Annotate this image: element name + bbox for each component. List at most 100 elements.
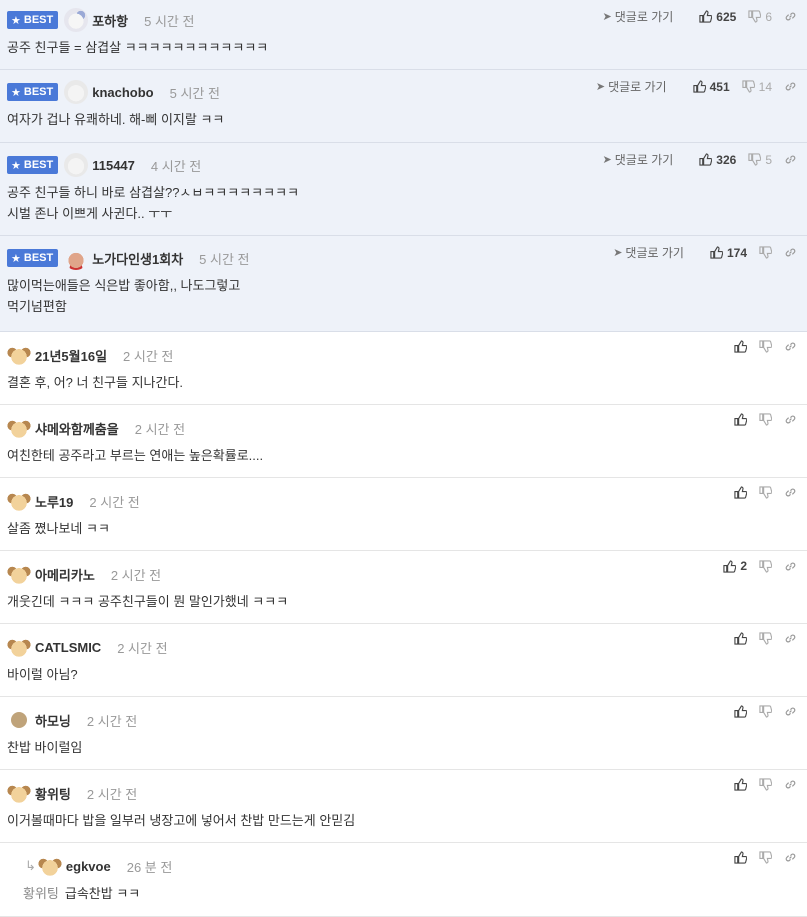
thumbs-down-icon xyxy=(759,851,772,864)
like-button[interactable]: 174 xyxy=(710,246,747,260)
share-link-button[interactable] xyxy=(784,705,797,718)
best-badge: ★ BEST xyxy=(7,156,59,174)
comment-author[interactable]: 115447 xyxy=(92,158,135,173)
comment-text: 많이먹는애들은 식은밥 좋아함,, 나도그렇고 먹기넘편함 xyxy=(7,275,807,317)
puppy-icon[interactable] xyxy=(7,343,31,367)
comment: 하모닝 2 시간 전 찬밥 바이럴임 xyxy=(0,697,807,770)
navigate-arrow-icon: ➤ xyxy=(595,81,606,93)
circle-avatar-icon[interactable] xyxy=(11,712,27,728)
like-button[interactable] xyxy=(734,486,747,499)
comment-author[interactable]: CATLSMIC xyxy=(35,640,101,655)
comment: 노루19 2 시간 전 살좀 쪘나보네 ㅋㅋ xyxy=(0,478,807,551)
share-link-button[interactable] xyxy=(784,340,797,353)
like-button[interactable] xyxy=(734,778,747,791)
comment-author[interactable]: knachobo xyxy=(92,85,153,100)
puppy-icon[interactable] xyxy=(7,635,31,659)
goto-comment-link[interactable]: ➤ 댓글로 가기 xyxy=(596,78,667,95)
comment-author[interactable]: 아메리카노 xyxy=(35,565,95,584)
puppy-icon[interactable] xyxy=(37,854,62,878)
comment-author[interactable]: 샤메와함께춤을 xyxy=(35,419,119,438)
comment-author[interactable]: 포하항 xyxy=(92,11,128,30)
thumbs-up-icon xyxy=(734,340,747,353)
goto-comment-link[interactable]: ➤ 댓글로 가기 xyxy=(613,244,684,261)
thumbs-up-icon xyxy=(734,705,747,718)
goto-comment-link[interactable]: ➤ 댓글로 가기 xyxy=(603,8,674,25)
dislike-button[interactable] xyxy=(759,246,772,259)
dislike-button[interactable] xyxy=(759,778,772,791)
pig-icon[interactable] xyxy=(64,246,89,270)
best-badge: ★ BEST xyxy=(7,249,59,267)
share-link-button[interactable] xyxy=(784,486,797,499)
dislike-button[interactable] xyxy=(759,486,772,499)
like-button[interactable] xyxy=(734,632,747,645)
thumbs-up-icon xyxy=(723,559,737,573)
link-icon xyxy=(785,634,796,643)
like-button[interactable] xyxy=(734,340,747,353)
dislike-button[interactable]: 14 xyxy=(742,80,772,94)
comment-text: 찬밥 바이럴임 xyxy=(7,740,83,755)
like-button[interactable]: 625 xyxy=(699,10,736,24)
like-button[interactable] xyxy=(734,413,747,426)
comment-time: 5 시간 전 xyxy=(144,13,195,29)
thumbs-up-icon xyxy=(734,632,747,645)
share-link-button[interactable] xyxy=(784,413,797,426)
thumbs-down-icon xyxy=(759,778,772,791)
white-dog-icon[interactable] xyxy=(64,153,89,177)
goto-comment-link[interactable]: ➤ 댓글로 가기 xyxy=(603,151,674,168)
share-link-button[interactable] xyxy=(784,10,797,23)
comment-time: 2 시간 전 xyxy=(134,421,186,437)
dislike-button[interactable] xyxy=(759,851,772,864)
share-link-button[interactable] xyxy=(784,246,797,259)
puppy-icon[interactable] xyxy=(7,781,31,805)
like-button[interactable] xyxy=(734,851,747,864)
share-link-button[interactable] xyxy=(784,778,797,791)
comment-author[interactable]: 하모닝 xyxy=(35,711,71,730)
puppy-icon[interactable] xyxy=(7,489,31,513)
link-icon xyxy=(785,562,796,570)
comment-author[interactable]: 노가다인생1회차 xyxy=(92,249,183,268)
bear-icon[interactable] xyxy=(64,8,89,32)
thumbs-down-icon xyxy=(742,80,755,93)
like-button[interactable]: 326 xyxy=(699,153,736,167)
share-link-button[interactable] xyxy=(784,851,797,864)
comment-text: 여자가 겁나 유쾌하네. 해-삐 이지랄 ㅋㅋ xyxy=(7,112,225,127)
share-link-button[interactable] xyxy=(784,80,797,93)
share-link-button[interactable] xyxy=(784,560,797,573)
puppy-icon[interactable] xyxy=(7,562,31,586)
thumbs-down-icon xyxy=(759,559,772,573)
comment-time: 2 시간 전 xyxy=(89,494,140,510)
comment-time: 26 분 전 xyxy=(126,859,173,875)
puppy-icon[interactable] xyxy=(7,416,31,440)
comment-time: 2 시간 전 xyxy=(110,567,162,583)
comment-time: 4 시간 전 xyxy=(150,158,202,174)
comment-author[interactable]: 21년5월16일 xyxy=(35,346,107,365)
dislike-button[interactable] xyxy=(759,632,772,645)
best-comment: ★ BEST knachobo 5 시간 전 여자가 겁나 유쾌하네. 해-삐 이… xyxy=(0,70,807,143)
reply-mention[interactable]: 황위팅 xyxy=(23,886,59,901)
link-icon xyxy=(785,415,796,424)
best-badge: ★ BEST xyxy=(7,11,59,29)
dislike-button[interactable]: 6 xyxy=(748,10,772,24)
dislike-button[interactable] xyxy=(759,559,772,573)
thumbs-down-icon xyxy=(759,340,772,353)
white-dog-icon[interactable] xyxy=(64,80,89,104)
comment-author[interactable]: 황위팅 xyxy=(35,784,71,803)
thumbs-up-icon xyxy=(710,246,723,259)
comment-author[interactable]: egkvoe xyxy=(66,859,111,874)
link-icon xyxy=(785,488,796,497)
share-link-button[interactable] xyxy=(784,153,797,166)
dislike-button[interactable]: 5 xyxy=(748,153,772,167)
comment-text: 여친한테 공주라고 부르는 연애는 높은확률로.... xyxy=(7,448,264,463)
share-link-button[interactable] xyxy=(784,632,797,645)
comment-line: 시벌 존나 이쁘게 사귄다.. ㅜㅜ xyxy=(7,206,173,221)
comment-line: 먹기넘편함 xyxy=(7,299,67,314)
comment-time: 5 시간 전 xyxy=(199,251,250,267)
thumbs-up-icon xyxy=(734,413,747,426)
dislike-button[interactable] xyxy=(759,413,772,426)
comment-author[interactable]: 노루19 xyxy=(35,492,73,511)
dislike-button[interactable] xyxy=(759,340,772,353)
like-button[interactable] xyxy=(734,705,747,718)
dislike-button[interactable] xyxy=(759,705,772,718)
like-button[interactable]: 451 xyxy=(692,80,730,94)
like-button[interactable]: 2 xyxy=(723,559,747,573)
